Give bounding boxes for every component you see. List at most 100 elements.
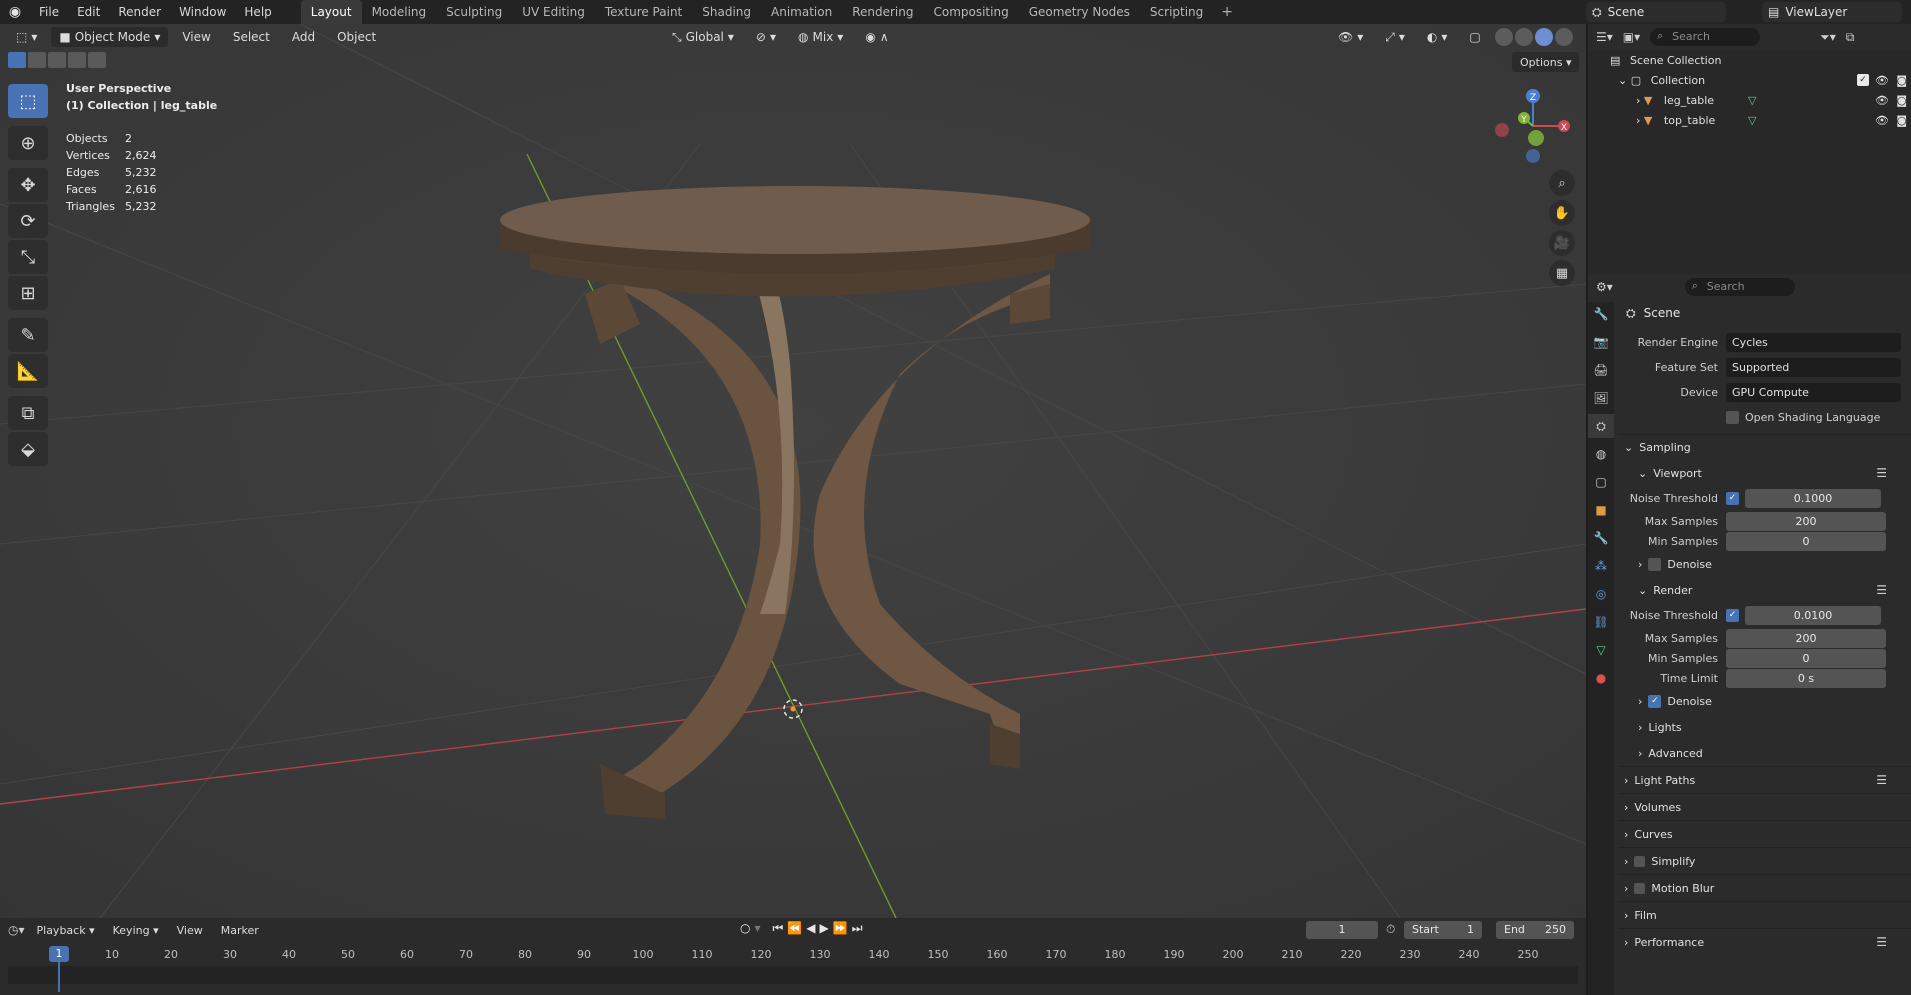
frame-ruler[interactable]: 10 20 30 40 50 60 70 80 90 100 110 120 1… [0, 944, 1586, 964]
eye-icon[interactable]: 👁 [1875, 94, 1889, 107]
neg-z-handle[interactable] [1526, 149, 1540, 163]
tab-layout[interactable]: Layout [300, 0, 362, 24]
feature-set-select[interactable]: Supported [1726, 358, 1901, 377]
scale-tool-icon[interactable]: ⤡ [8, 240, 48, 274]
menu-timeline-view[interactable]: View [171, 924, 209, 937]
render-subpanel-header[interactable]: ⌄ Render ☰ [1618, 577, 1911, 603]
tab-rendering[interactable]: Rendering [842, 0, 923, 24]
pivot-selector[interactable]: ⊘ ▾ [748, 27, 784, 47]
tab-geometry-nodes[interactable]: Geometry Nodes [1019, 0, 1140, 24]
motion-blur-checkbox[interactable] [1634, 882, 1646, 894]
noise-threshold-field[interactable]: 0.0100 [1745, 606, 1881, 625]
chevron-right-icon[interactable]: › [1636, 114, 1644, 127]
film-panel-header[interactable]: › Film [1618, 901, 1911, 928]
zoom-icon[interactable]: ⌕ [1549, 170, 1575, 196]
menu-marker[interactable]: Marker [215, 924, 265, 937]
timeline-editor-icon[interactable]: ◷▾ [8, 923, 25, 937]
vp-denoise-header[interactable]: › Denoise [1618, 551, 1911, 577]
current-frame-field[interactable]: 1 [1306, 921, 1378, 939]
preset-list-icon[interactable]: ☰ [1876, 466, 1887, 480]
select-invert-icon[interactable] [68, 52, 86, 68]
outliner-object-leg-table[interactable]: › ▼ leg_table ▽ 👁 ◙ [1588, 90, 1911, 110]
constraints-tab-icon[interactable]: ⛓ [1588, 610, 1614, 634]
menu-playback[interactable]: Playback ▾ [31, 924, 101, 937]
output-tab-icon[interactable]: 🖨 [1588, 358, 1614, 382]
collection-tab-icon[interactable]: ▢ [1588, 470, 1614, 494]
view-layer-selector[interactable]: ▤ ViewLayer [1762, 2, 1902, 22]
tab-uv-editing[interactable]: UV Editing [512, 0, 595, 24]
menu-edit[interactable]: Edit [68, 0, 109, 24]
simplify-checkbox[interactable] [1634, 855, 1646, 867]
tool-tab-icon[interactable]: 🔧 [1588, 302, 1614, 326]
chevron-down-icon[interactable]: ⌄ [1618, 74, 1631, 87]
gizmo-button[interactable]: ⤢ ▾ [1377, 27, 1413, 47]
camera-render-icon[interactable]: ◙ [1896, 114, 1907, 127]
mode-selector[interactable]: ■ Object Mode ▾ [51, 27, 169, 47]
time-limit-field[interactable]: 0 s [1726, 668, 1886, 688]
camera-render-icon[interactable]: ◙ [1896, 74, 1907, 87]
prev-keyframe-icon[interactable]: ⏪ [787, 921, 802, 936]
add-workspace-icon[interactable]: + [1213, 0, 1241, 24]
select-extend-icon[interactable] [28, 52, 46, 68]
eye-icon[interactable]: 👁 [1875, 114, 1889, 127]
select-box-tool-icon[interactable]: ⬚ [8, 84, 48, 118]
lights-subpanel-header[interactable]: › Lights [1618, 714, 1911, 740]
tab-texture-paint[interactable]: Texture Paint [595, 0, 692, 24]
proportional-edit-button[interactable]: ◉ ∧ [857, 27, 896, 47]
scene-tab-icon[interactable]: ⛭ [1588, 414, 1614, 438]
rendered-shading-icon[interactable] [1554, 28, 1573, 46]
play-reverse-icon[interactable]: ◀ [806, 921, 815, 936]
performance-panel-header[interactable]: › Performance ☰ [1618, 928, 1911, 955]
select-subtract-icon[interactable] [48, 52, 66, 68]
tab-compositing[interactable]: Compositing [923, 0, 1018, 24]
simplify-panel-header[interactable]: › Simplify [1618, 847, 1911, 874]
preset-list-icon[interactable]: ☰ [1876, 773, 1887, 787]
move-tool-icon[interactable]: ✥ [8, 168, 48, 202]
transform-tool-icon[interactable]: ⊞ [8, 276, 48, 310]
tab-modeling[interactable]: Modeling [362, 0, 437, 24]
tab-animation[interactable]: Animation [761, 0, 842, 24]
filter-icon[interactable]: ⏷▾ [1820, 30, 1836, 45]
noise-threshold-checkbox[interactable]: ✓ [1726, 492, 1739, 505]
outliner-search-input[interactable]: Search [1650, 27, 1761, 46]
preset-list-icon[interactable]: ☰ [1876, 935, 1887, 949]
object-tab-icon[interactable]: ■ [1588, 498, 1614, 522]
next-keyframe-icon[interactable]: ⏩ [833, 921, 848, 936]
rotate-tool-icon[interactable]: ⟳ [8, 204, 48, 238]
curves-panel-header[interactable]: › Curves [1618, 820, 1911, 847]
collection-row[interactable]: ⌄ ▢ Collection ✓ 👁 ◙ [1588, 70, 1911, 90]
annotate-tool-icon[interactable]: ✎ [8, 318, 48, 352]
chevron-right-icon[interactable]: › [1636, 94, 1644, 107]
collection-exclude-checkbox[interactable]: ✓ [1857, 74, 1869, 86]
motion-blur-panel-header[interactable]: › Motion Blur [1618, 874, 1911, 901]
pan-hand-icon[interactable]: ✋ [1549, 200, 1575, 226]
blender-logo-icon[interactable]: ◉ [0, 0, 30, 24]
tab-shading[interactable]: Shading [692, 0, 761, 24]
solid-shading-icon[interactable] [1514, 28, 1533, 46]
tab-sculpting[interactable]: Sculpting [436, 0, 512, 24]
max-samples-field[interactable]: 200 [1726, 511, 1886, 531]
playhead[interactable]: 1 [49, 946, 69, 962]
view-layer-tab-icon[interactable]: 🖼 [1588, 386, 1614, 410]
sampling-panel-header[interactable]: ⌄ Sampling [1618, 434, 1911, 460]
overlays-button[interactable]: ◐ ▾ [1419, 27, 1456, 47]
render-engine-select[interactable]: Cycles [1726, 333, 1901, 352]
xray-button[interactable]: ▢ [1461, 27, 1488, 47]
light-paths-panel-header[interactable]: › Light Paths ☰ [1618, 766, 1911, 793]
camera-icon[interactable]: 🎥 [1549, 230, 1575, 256]
menu-file[interactable]: File [30, 0, 68, 24]
visibility-button[interactable]: 👁 ▾ [1330, 27, 1371, 47]
menu-select[interactable]: Select [225, 27, 278, 47]
end-frame-field[interactable]: End 250 [1496, 921, 1574, 939]
options-button[interactable]: Options ▾ [1512, 52, 1580, 72]
add-cube-tool-icon[interactable]: ⧉ [8, 396, 48, 430]
physics-tab-icon[interactable]: ◎ [1588, 582, 1614, 606]
osl-checkbox[interactable] [1726, 411, 1739, 424]
new-collection-icon[interactable]: ⧉ [1846, 30, 1855, 45]
wireframe-shading-icon[interactable] [1494, 28, 1513, 46]
material-tab-icon[interactable]: ● [1588, 666, 1614, 690]
measure-tool-icon[interactable]: 📐 [8, 354, 48, 388]
camera-render-icon[interactable]: ◙ [1896, 94, 1907, 107]
select-new-icon[interactable] [8, 52, 26, 68]
max-samples-field[interactable]: 200 [1726, 628, 1886, 648]
